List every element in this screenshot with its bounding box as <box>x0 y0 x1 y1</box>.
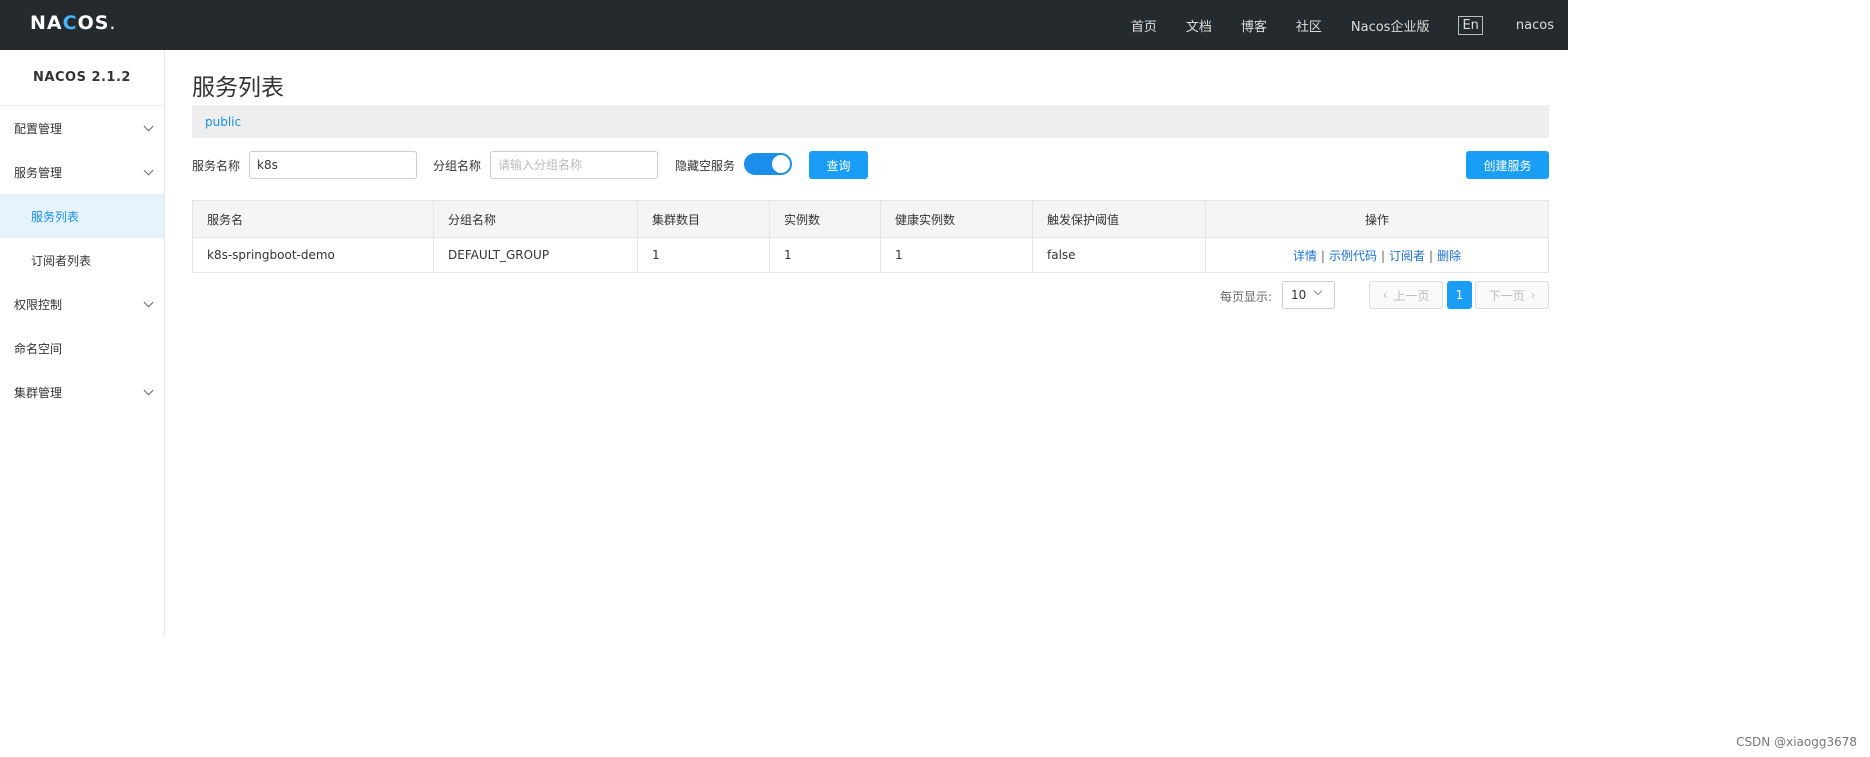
namespace-public-link[interactable]: public <box>205 115 241 129</box>
pagination: 每页显示: 10 ‹ 上一页 1 下一页 › <box>192 281 1549 309</box>
chevron-left-icon: ‹ <box>1382 288 1388 302</box>
next-page-button[interactable]: 下一页 › <box>1475 281 1549 309</box>
nav-community[interactable]: 社区 <box>1296 16 1322 35</box>
page-size-select[interactable]: 10 <box>1282 281 1335 309</box>
filter-bar: 服务名称 分组名称 隐藏空服务 查询 创建服务 <box>192 151 1549 179</box>
col-cluster-count: 集群数目 <box>637 200 770 238</box>
chevron-right-icon: › <box>1530 288 1536 302</box>
col-protect-threshold: 触发保护阈值 <box>1032 200 1206 238</box>
top-navbar: NACOS. 首页 文档 博客 社区 Nacos企业版 En nacos <box>0 0 1568 50</box>
group-name-input[interactable] <box>490 151 658 179</box>
hide-empty-toggle[interactable] <box>744 153 792 175</box>
chevron-down-icon <box>1313 286 1323 296</box>
col-instance-count: 实例数 <box>769 200 881 238</box>
cell-protect-threshold: false <box>1032 237 1206 273</box>
chevron-down-icon <box>143 297 154 307</box>
col-service-name: 服务名 <box>192 200 434 238</box>
create-service-button[interactable]: 创建服务 <box>1466 151 1549 179</box>
namespace-bar: public <box>192 105 1549 138</box>
subscriber-link[interactable]: 订阅者 <box>1389 249 1425 263</box>
col-operations: 操作 <box>1205 200 1549 238</box>
cell-instance-count: 1 <box>769 237 881 273</box>
nav-home[interactable]: 首页 <box>1131 16 1157 35</box>
chevron-down-icon <box>143 121 154 131</box>
service-name-input[interactable] <box>249 151 417 179</box>
sample-code-link[interactable]: 示例代码 <box>1329 249 1377 263</box>
service-name-label: 服务名称 <box>192 159 241 173</box>
chevron-down-icon <box>143 385 154 395</box>
table-row: k8s-springboot-demo DEFAULT_GROUP 1 1 1 … <box>192 237 1549 273</box>
page-number-current[interactable]: 1 <box>1447 281 1472 309</box>
sidebar-item-cluster[interactable]: 集群管理 <box>0 370 164 414</box>
page-title: 服务列表 <box>192 75 284 101</box>
chevron-down-icon <box>143 165 154 175</box>
cell-healthy-count: 1 <box>880 237 1033 273</box>
delete-link[interactable]: 删除 <box>1437 249 1461 263</box>
sidebar-item-service[interactable]: 服务管理 <box>0 150 164 194</box>
user-menu[interactable]: nacos <box>1516 18 1554 33</box>
service-table: 服务名 分组名称 集群数目 实例数 健康实例数 触发保护阈值 操作 k8s-sp… <box>192 200 1549 273</box>
nav-docs[interactable]: 文档 <box>1186 16 1212 35</box>
version-title: NACOS 2.1.2 <box>0 50 164 106</box>
detail-link[interactable]: 详情 <box>1293 249 1317 263</box>
sidebar-item-auth[interactable]: 权限控制 <box>0 282 164 326</box>
table-header-row: 服务名 分组名称 集群数目 实例数 健康实例数 触发保护阈值 操作 <box>192 200 1549 238</box>
cell-cluster-count: 1 <box>637 237 770 273</box>
group-name-label: 分组名称 <box>433 159 482 173</box>
nav-blog[interactable]: 博客 <box>1241 16 1267 35</box>
col-healthy-count: 健康实例数 <box>880 200 1033 238</box>
cell-group-name: DEFAULT_GROUP <box>433 237 638 273</box>
language-switch[interactable]: En <box>1458 15 1483 35</box>
sidebar-item-service-list[interactable]: 服务列表 <box>0 194 164 238</box>
nav-enterprise[interactable]: Nacos企业版 <box>1351 16 1430 35</box>
sidebar-item-subscriber-list[interactable]: 订阅者列表 <box>0 238 164 282</box>
watermark: CSDN @xiaogg3678 <box>1736 735 1857 749</box>
sidebar-item-namespace[interactable]: 命名空间 <box>0 326 164 370</box>
query-button[interactable]: 查询 <box>809 151 868 179</box>
hide-empty-label: 隐藏空服务 <box>675 159 736 173</box>
cell-operations: 详情 | 示例代码 | 订阅者 | 删除 <box>1205 237 1549 273</box>
cell-service-name: k8s-springboot-demo <box>192 237 434 273</box>
col-group-name: 分组名称 <box>433 200 638 238</box>
nacos-logo[interactable]: NACOS. <box>30 11 115 35</box>
sidebar-item-config[interactable]: 配置管理 <box>0 106 164 150</box>
prev-page-button[interactable]: ‹ 上一页 <box>1369 281 1443 309</box>
page-size-label: 每页显示: <box>1220 290 1273 304</box>
top-nav-menu: 首页 文档 博客 社区 Nacos企业版 En nacos <box>1131 0 1568 50</box>
sidebar: NACOS 2.1.2 配置管理 服务管理 服务列表 订阅者列表 权限控制 命名… <box>0 50 165 635</box>
